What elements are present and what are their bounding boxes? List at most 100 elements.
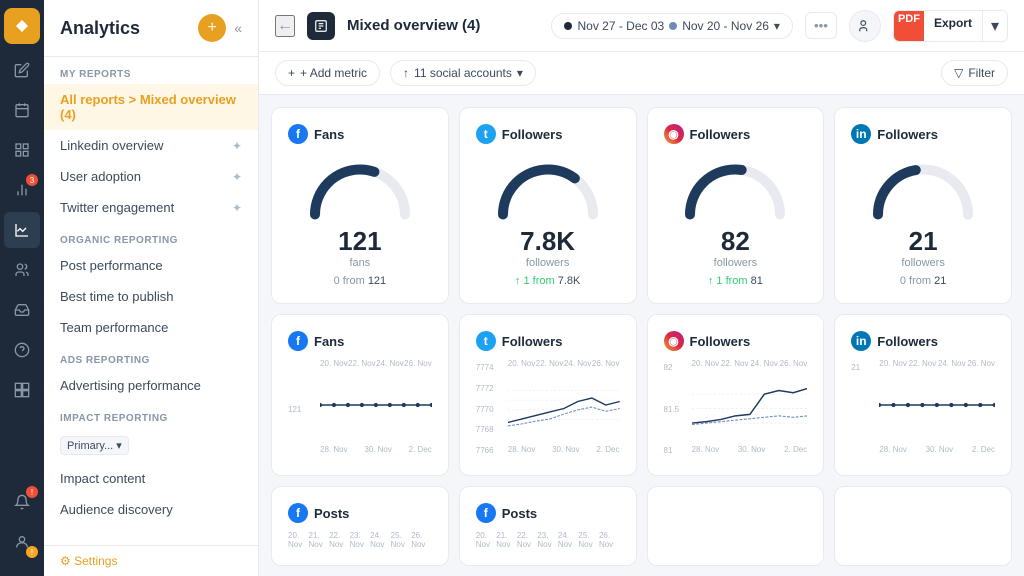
export-label[interactable]: Export bbox=[924, 11, 982, 41]
date-range-button[interactable]: Nov 27 - Dec 03 Nov 20 - Nov 26 ▾ bbox=[551, 13, 792, 39]
add-metric-button[interactable]: + + Add metric bbox=[275, 60, 380, 86]
main-content: ← Mixed overview (4) Nov 27 - Dec 03 Nov… bbox=[259, 0, 1024, 576]
sidebar-item-audience-discovery[interactable]: Audience discovery bbox=[44, 494, 258, 525]
fb-posts-icon-2: f bbox=[476, 503, 496, 523]
nav-bar-chart[interactable]: 3 bbox=[4, 172, 40, 208]
sidebar-item-mixed-overview[interactable]: All reports > Mixed overview (4) bbox=[44, 84, 258, 130]
ig-followers-gauge-card: ◉ Followers 82 followers ↑ 1 from 81 bbox=[647, 107, 825, 304]
fb-fans-chart-svg bbox=[320, 370, 432, 440]
li-followers-unit: followers bbox=[901, 257, 944, 269]
brand-logo[interactable] bbox=[4, 8, 40, 44]
report-icon bbox=[307, 12, 335, 40]
gauge-cards-row: f Fans 121 fans 0 from 121 t Followers bbox=[271, 107, 1012, 304]
pin-icon-3: ✦ bbox=[232, 201, 242, 215]
new-report-button[interactable]: + bbox=[198, 14, 226, 42]
nav-inbox[interactable] bbox=[4, 292, 40, 328]
sidebar-item-impact-content[interactable]: Impact content bbox=[44, 463, 258, 494]
settings-link[interactable]: ⚙ Settings bbox=[44, 545, 258, 576]
nav-apps[interactable] bbox=[4, 372, 40, 408]
tw-followers-gauge-card: t Followers 7.8K followers ↑ 1 from 7.8K bbox=[459, 107, 637, 304]
li-followers-chart-card: in Followers 21 20. Nov 22. Nov 24. Nov … bbox=[834, 314, 1012, 476]
pin-icon: ✦ bbox=[232, 139, 242, 153]
date-dot-1 bbox=[564, 22, 572, 30]
bar-chart-icon: ↑ bbox=[403, 66, 409, 80]
nav-question[interactable] bbox=[4, 332, 40, 368]
topbar: ← Mixed overview (4) Nov 27 - Dec 03 Nov… bbox=[259, 0, 1024, 52]
nav-analytics[interactable] bbox=[4, 212, 40, 248]
sidebar-item-best-time[interactable]: Best time to publish bbox=[44, 281, 258, 312]
chevron-down-icon: ▾ bbox=[116, 439, 122, 452]
li-followers-change: 0 from 21 bbox=[900, 275, 946, 287]
nav-bell[interactable]: ! bbox=[4, 484, 40, 520]
fb-posts-card-2: f Posts 20. Nov 21. Nov 22. Nov 23. Nov … bbox=[459, 486, 637, 566]
export-button-group[interactable]: PDF Export ▾ bbox=[893, 10, 1008, 42]
fb-posts-card-1: f Posts 20. Nov 21. Nov 22. Nov 23. Nov … bbox=[271, 486, 449, 566]
li-followers-value: 21 bbox=[909, 226, 938, 257]
ig-followers-unit: followers bbox=[714, 257, 757, 269]
li-followers-gauge-card: in Followers 21 followers 0 from 21 bbox=[834, 107, 1012, 304]
section-organic: ORGANIC REPORTING bbox=[44, 223, 258, 250]
tw-followers-change: ↑ 1 from 7.8K bbox=[515, 275, 580, 287]
sidebar-header: Analytics + « bbox=[44, 0, 258, 57]
sidebar: Analytics + « MY REPORTS All reports > M… bbox=[44, 0, 259, 576]
fb-fans-value: 121 bbox=[338, 226, 381, 257]
tw-chart-icon: t bbox=[476, 331, 496, 351]
ig-gauge-svg bbox=[680, 152, 790, 222]
tw-followers-chart-card: t Followers 7774 7772 7770 7768 7766 20.… bbox=[459, 314, 637, 476]
nav-grid[interactable] bbox=[4, 132, 40, 168]
sidebar-item-post-performance[interactable]: Post performance bbox=[44, 250, 258, 281]
empty-card-1 bbox=[647, 486, 825, 566]
ig-chart-svg bbox=[692, 370, 808, 440]
li-chart-svg bbox=[879, 370, 995, 440]
tw-followers-value: 7.8K bbox=[520, 226, 575, 257]
social-chevron-icon: ▾ bbox=[517, 66, 523, 80]
more-options-button[interactable]: ••• bbox=[805, 12, 837, 39]
ig-followers-change: ↑ 1 from 81 bbox=[708, 275, 763, 287]
posts-cards-row: f Posts 20. Nov 21. Nov 22. Nov 23. Nov … bbox=[271, 486, 1012, 566]
nav-avatar[interactable]: ! bbox=[4, 524, 40, 560]
fb-fans-change: 0 from 121 bbox=[334, 275, 387, 287]
ig-icon: ◉ bbox=[664, 124, 684, 144]
export-arrow-icon[interactable]: ▾ bbox=[982, 11, 1007, 41]
export-pdf-badge: PDF bbox=[894, 11, 924, 41]
share-button[interactable] bbox=[849, 10, 881, 42]
plus-icon: + bbox=[288, 66, 295, 80]
back-button[interactable]: ← bbox=[275, 15, 295, 37]
sidebar-title: Analytics bbox=[60, 18, 140, 39]
nav-compose[interactable] bbox=[4, 52, 40, 88]
left-icon-bar: 3 ! ! bbox=[0, 0, 44, 576]
sidebar-item-advertising[interactable]: Advertising performance bbox=[44, 370, 258, 401]
sidebar-item-impact-label-row: Primary... ▾ bbox=[44, 428, 258, 463]
nav-users[interactable] bbox=[4, 252, 40, 288]
sidebar-collapse-button[interactable]: « bbox=[234, 20, 242, 36]
fb-chart-icon: f bbox=[288, 331, 308, 351]
nav-bar-chart-badge: 3 bbox=[26, 174, 38, 186]
li-icon: in bbox=[851, 124, 871, 144]
fb-gauge-svg bbox=[305, 152, 415, 222]
sidebar-item-team-performance[interactable]: Team performance bbox=[44, 312, 258, 343]
filter-icon: ▽ bbox=[954, 66, 963, 80]
sidebar-item-user-adoption[interactable]: User adoption ✦ bbox=[44, 161, 258, 192]
fb-icon: f bbox=[288, 124, 308, 144]
fb-posts-icon-1: f bbox=[288, 503, 308, 523]
filter-button[interactable]: ▽ Filter bbox=[941, 60, 1008, 86]
subbar: + + Add metric ↑ 11 social accounts ▾ ▽ … bbox=[259, 52, 1024, 95]
report-title: Mixed overview (4) bbox=[347, 17, 539, 34]
section-my-reports: MY REPORTS bbox=[44, 57, 258, 84]
tw-followers-unit: followers bbox=[526, 257, 569, 269]
social-accounts-button[interactable]: ↑ 11 social accounts ▾ bbox=[390, 60, 536, 86]
li-gauge-svg bbox=[868, 152, 978, 222]
ig-followers-chart-card: ◉ Followers 82 81.5 81 20. Nov 22. Nov 2… bbox=[647, 314, 825, 476]
tw-gauge-svg bbox=[493, 152, 603, 222]
section-impact: IMPACT REPORTING bbox=[44, 401, 258, 428]
bell-badge: ! bbox=[26, 486, 38, 498]
nav-calendar[interactable] bbox=[4, 92, 40, 128]
sidebar-item-linkedin-overview[interactable]: Linkedin overview ✦ bbox=[44, 130, 258, 161]
section-ads: ADS REPORTING bbox=[44, 343, 258, 370]
impact-primary-badge[interactable]: Primary... ▾ bbox=[60, 436, 129, 455]
tw-chart-svg bbox=[508, 370, 620, 440]
fb-fans-unit: fans bbox=[349, 257, 370, 269]
empty-card-2 bbox=[834, 486, 1012, 566]
sidebar-item-twitter-engagement[interactable]: Twitter engagement ✦ bbox=[44, 192, 258, 223]
ig-followers-value: 82 bbox=[721, 226, 750, 257]
